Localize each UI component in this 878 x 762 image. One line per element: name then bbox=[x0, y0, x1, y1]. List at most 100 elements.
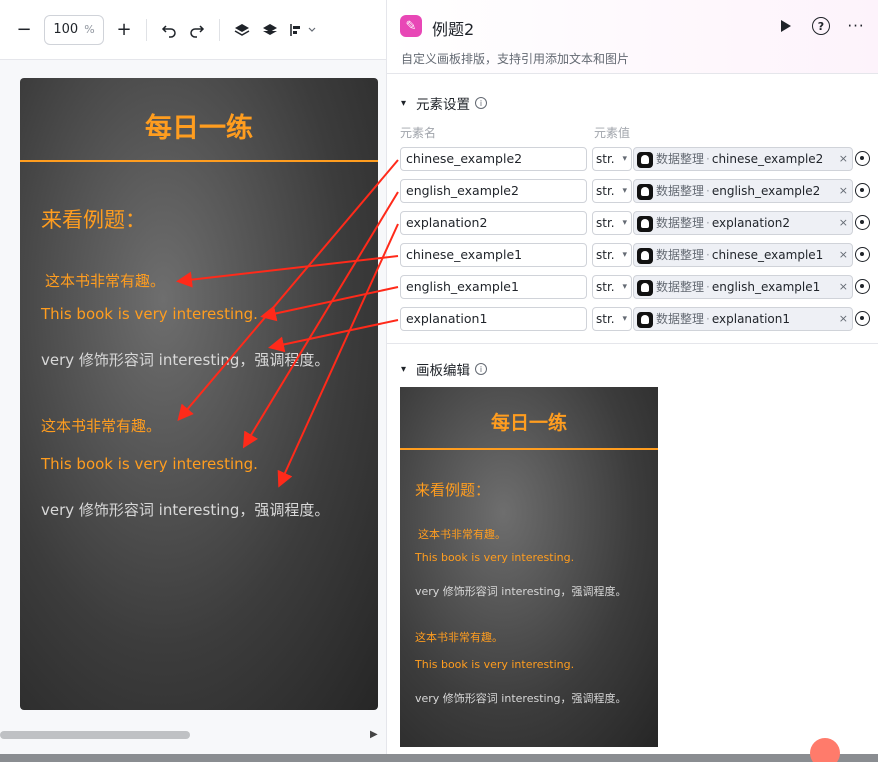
bottom-scrollbar[interactable] bbox=[0, 754, 878, 762]
remove-reference-icon[interactable]: × bbox=[839, 180, 848, 202]
reference-picker-icon[interactable] bbox=[855, 183, 870, 198]
poster-explanation1[interactable]: very 修饰形容词 interesting，强调程度。 bbox=[41, 349, 329, 370]
reference-separator: · bbox=[706, 152, 710, 166]
type-select[interactable]: str. ▾ bbox=[592, 179, 632, 203]
avatar[interactable] bbox=[810, 738, 840, 762]
reference-tag[interactable]: 数据整理 · explanation1 × bbox=[633, 307, 853, 331]
redo-icon[interactable] bbox=[183, 16, 211, 44]
align-icon[interactable] bbox=[284, 16, 324, 44]
reference-field: chinese_example2 bbox=[711, 152, 824, 166]
chevron-down-icon: ▾ bbox=[622, 282, 627, 292]
properties-panel: ✎ 例题2 ? ··· 自定义画板排版，支持引用添加文本和图片 ▾ 元素设置 i… bbox=[386, 0, 878, 762]
section-divider bbox=[387, 343, 878, 344]
element-name-input[interactable]: english_example1 bbox=[400, 275, 587, 299]
poster-explanation2[interactable]: very 修饰形容词 interesting，强调程度。 bbox=[41, 499, 329, 520]
element-name-input[interactable]: english_example2 bbox=[400, 179, 587, 203]
reference-tag[interactable]: 数据整理 · chinese_example1 × bbox=[633, 243, 853, 267]
type-select[interactable]: str. ▾ bbox=[592, 211, 632, 235]
type-select[interactable]: str. ▾ bbox=[592, 147, 632, 171]
zoom-value: 100 bbox=[53, 22, 79, 37]
chevron-down-icon: ▾ bbox=[622, 314, 627, 324]
reference-picker-icon[interactable] bbox=[855, 311, 870, 326]
preview-chinese-example2: 这本书非常有趣。 bbox=[415, 631, 503, 644]
canvas-app-icon: ✎ bbox=[400, 15, 422, 37]
type-value: str. bbox=[596, 216, 615, 230]
reference-tag[interactable]: 数据整理 · explanation2 × bbox=[633, 211, 853, 235]
canvas-preview[interactable]: 每日一练 来看例题： 这本书非常有趣。 This book is very in… bbox=[400, 387, 658, 747]
reference-source: 数据整理 bbox=[656, 312, 705, 326]
reference-field: english_example1 bbox=[711, 280, 821, 294]
type-value: str. bbox=[596, 312, 615, 326]
undo-icon[interactable] bbox=[155, 16, 183, 44]
reference-picker-icon[interactable] bbox=[855, 151, 870, 166]
chevron-down-icon: ▾ bbox=[622, 218, 627, 228]
reference-separator: · bbox=[706, 280, 710, 294]
remove-reference-icon[interactable]: × bbox=[839, 212, 848, 234]
element-row: chinese_example2 str. ▾ 数据整理 · chinese_exam… bbox=[400, 147, 872, 171]
chevron-down-icon: ▾ bbox=[622, 186, 627, 196]
element-name-input[interactable]: chinese_example1 bbox=[400, 243, 587, 267]
play-icon[interactable] bbox=[774, 14, 798, 38]
chevron-down-icon: ▾ bbox=[401, 97, 407, 109]
reference-separator: · bbox=[706, 216, 710, 230]
reference-source: 数据整理 bbox=[656, 216, 705, 230]
reference-picker-icon[interactable] bbox=[855, 279, 870, 294]
type-select[interactable]: str. ▾ bbox=[592, 275, 632, 299]
element-settings-header[interactable]: ▾ 元素设置 i bbox=[401, 93, 488, 113]
poster-english-example2[interactable]: This book is very interesting. bbox=[41, 455, 258, 473]
reference-field: explanation1 bbox=[711, 312, 791, 326]
remove-reference-icon[interactable]: × bbox=[839, 308, 848, 330]
preview-explanation1: very 修饰形容词 interesting，强调程度。 bbox=[415, 585, 627, 598]
element-name-input[interactable]: explanation1 bbox=[400, 307, 587, 331]
remove-reference-icon[interactable]: × bbox=[839, 148, 848, 170]
layers-icon[interactable] bbox=[256, 16, 284, 44]
poster-canvas[interactable]: 每日一练 来看例题： 这本书非常有趣。 This book is very in… bbox=[20, 78, 378, 710]
preview-explanation2: very 修饰形容词 interesting，强调程度。 bbox=[415, 692, 627, 705]
reference-field: explanation2 bbox=[711, 216, 791, 230]
poster-english-example1[interactable]: This book is very interesting. bbox=[41, 305, 258, 323]
reference-separator: · bbox=[706, 184, 710, 198]
remove-reference-icon[interactable]: × bbox=[839, 244, 848, 266]
column-value-label: 元素值 bbox=[594, 126, 631, 140]
panel-subtitle: 自定义画板排版，支持引用添加文本和图片 bbox=[401, 52, 630, 66]
preview-heading: 来看例题： bbox=[415, 481, 491, 499]
data-node-icon bbox=[637, 279, 653, 296]
preview-divider bbox=[400, 448, 658, 450]
canvas-edit-header[interactable]: ▾ 画板编辑 i bbox=[401, 359, 488, 379]
element-row: explanation1 str. ▾ 数据整理 · explanation1 × bbox=[400, 307, 872, 331]
preview-english-example1: This book is very interesting. bbox=[415, 551, 575, 564]
reference-field: chinese_example1 bbox=[711, 248, 824, 262]
reference-tag[interactable]: 数据整理 · chinese_example2 × bbox=[633, 147, 853, 171]
poster-chinese-example2[interactable]: 这本书非常有趣。 bbox=[41, 415, 161, 436]
more-icon[interactable]: ··· bbox=[844, 14, 868, 38]
zoom-out-button[interactable]: − bbox=[10, 16, 38, 44]
help-icon[interactable]: ? bbox=[809, 14, 833, 38]
info-icon[interactable]: i bbox=[475, 363, 488, 375]
panel-title: 例题2 bbox=[432, 20, 475, 39]
layer-up-icon[interactable] bbox=[228, 16, 256, 44]
remove-reference-icon[interactable]: × bbox=[839, 276, 848, 298]
horizontal-scrollbar[interactable] bbox=[0, 731, 190, 739]
data-node-icon bbox=[637, 311, 653, 328]
scroll-right-icon[interactable]: ▶ bbox=[370, 729, 378, 740]
element-name-input[interactable]: chinese_example2 bbox=[400, 147, 587, 171]
preview-chinese-example1: 这本书非常有趣。 bbox=[418, 528, 506, 541]
element-name-input[interactable]: explanation2 bbox=[400, 211, 587, 235]
reference-source: 数据整理 bbox=[656, 280, 705, 294]
poster-chinese-example1[interactable]: 这本书非常有趣。 bbox=[45, 270, 165, 291]
reference-tag[interactable]: 数据整理 · english_example2 × bbox=[633, 179, 853, 203]
type-select[interactable]: str. ▾ bbox=[592, 243, 632, 267]
element-row: english_example2 str. ▾ 数据整理 · english_exam… bbox=[400, 179, 872, 203]
element-settings-label: 元素设置 bbox=[416, 97, 471, 113]
toolbar-divider bbox=[146, 18, 147, 41]
data-node-icon bbox=[637, 247, 653, 264]
poster-title: 每日一练 bbox=[145, 113, 253, 144]
toolbar-divider bbox=[219, 18, 220, 41]
zoom-in-button[interactable]: + bbox=[110, 16, 138, 44]
reference-picker-icon[interactable] bbox=[855, 215, 870, 230]
reference-picker-icon[interactable] bbox=[855, 247, 870, 262]
info-icon[interactable]: i bbox=[475, 97, 488, 109]
reference-tag[interactable]: 数据整理 · english_example1 × bbox=[633, 275, 853, 299]
zoom-input[interactable]: 100 % bbox=[44, 14, 104, 45]
type-select[interactable]: str. ▾ bbox=[592, 307, 632, 331]
